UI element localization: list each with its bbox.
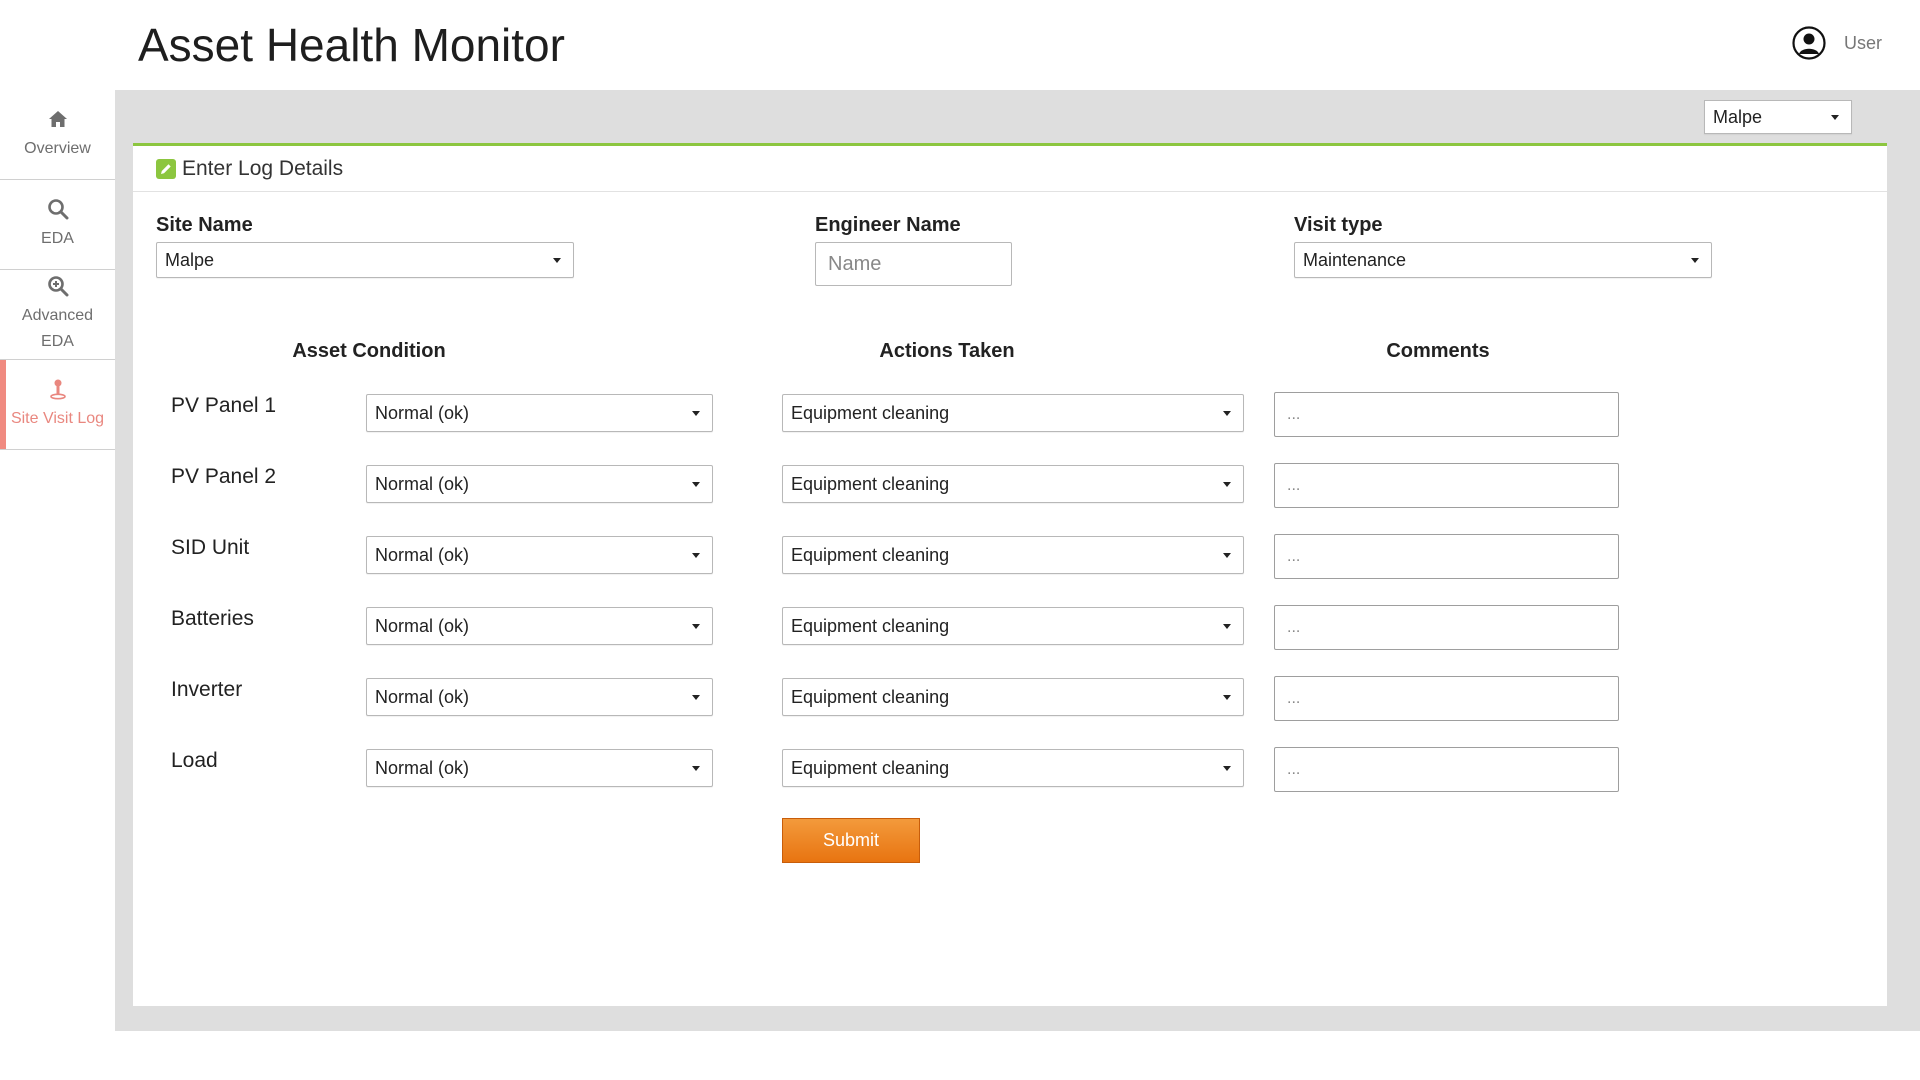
site-selector[interactable]: Malpe: [1704, 100, 1852, 134]
user-menu[interactable]: User: [1792, 26, 1882, 60]
comment-input[interactable]: [1274, 747, 1619, 792]
pin-icon: [49, 379, 66, 399]
action-taken-value: Equipment cleaning: [791, 616, 950, 636]
home-icon: [48, 110, 67, 127]
panel-title: Enter Log Details: [182, 156, 344, 180]
site-name-label: Site Name: [156, 214, 253, 236]
comment-input[interactable]: [1274, 392, 1619, 437]
sidebar: Overview EDA Advanced EDA Site Visit Log: [0, 90, 115, 1080]
sidebar-item-label: EDA: [41, 229, 74, 247]
asset-condition-value: Normal (ok): [375, 403, 470, 423]
sidebar-item-eda[interactable]: EDA: [0, 180, 115, 270]
asset-condition-header: Asset Condition: [292, 340, 446, 362]
asset-condition-value: Normal (ok): [375, 616, 470, 636]
chevron-down-icon: [1223, 482, 1231, 487]
asset-condition-select[interactable]: Normal (ok): [366, 536, 713, 574]
chevron-down-icon: [1691, 258, 1699, 263]
chevron-down-icon: [1223, 695, 1231, 700]
action-taken-select[interactable]: Equipment cleaning: [782, 394, 1244, 432]
user-circle-icon[interactable]: [1792, 26, 1826, 60]
action-taken-select[interactable]: Equipment cleaning: [782, 749, 1244, 787]
action-taken-select[interactable]: Equipment cleaning: [782, 607, 1244, 645]
user-label[interactable]: User: [1844, 33, 1882, 54]
chevron-down-icon: [692, 766, 700, 771]
action-taken-select[interactable]: Equipment cleaning: [782, 678, 1244, 716]
action-taken-select[interactable]: Equipment cleaning: [782, 536, 1244, 574]
visit-type-label: Visit type: [1294, 214, 1383, 236]
chevron-down-icon: [1223, 411, 1231, 416]
zoom-in-icon: [47, 275, 68, 296]
sidebar-item-label: Site Visit Log: [10, 409, 105, 427]
asset-condition-value: Normal (ok): [375, 474, 470, 494]
chevron-down-icon: [1223, 766, 1231, 771]
chevron-down-icon: [553, 258, 561, 263]
app-title: Asset Health Monitor: [138, 19, 565, 71]
action-taken-value: Equipment cleaning: [791, 545, 950, 565]
log-details-panel: Enter Log Details Site Name Malpe Engine…: [133, 143, 1887, 1006]
comment-input[interactable]: [1274, 463, 1619, 508]
sidebar-item-label: Advanced EDA: [21, 306, 94, 350]
comment-input[interactable]: [1274, 676, 1619, 721]
asset-label: Batteries: [171, 607, 254, 630]
site-name-value: Malpe: [165, 250, 215, 270]
site-name-select[interactable]: Malpe: [156, 242, 574, 278]
asset-label: Load: [171, 749, 218, 772]
actions-taken-header: Actions Taken: [879, 340, 1015, 362]
action-taken-value: Equipment cleaning: [791, 758, 950, 778]
engineer-name-input[interactable]: [815, 242, 1012, 286]
chevron-down-icon: [1223, 553, 1231, 558]
asset-condition-select[interactable]: Normal (ok): [366, 394, 713, 432]
asset-label: Inverter: [171, 678, 243, 701]
sidebar-item-advanced-eda[interactable]: Advanced EDA: [0, 270, 115, 360]
asset-condition-select[interactable]: Normal (ok): [366, 607, 713, 645]
sidebar-item-overview[interactable]: Overview: [0, 90, 115, 180]
asset-label: SID Unit: [171, 536, 250, 559]
edit-icon: [156, 158, 176, 179]
asset-label: PV Panel 1: [171, 394, 277, 417]
chevron-down-icon: [692, 553, 700, 558]
chevron-down-icon: [692, 482, 700, 487]
visit-type-select[interactable]: Maintenance: [1294, 242, 1712, 278]
app-header: Asset Health Monitor User: [0, 0, 1920, 90]
submit-button[interactable]: Submit: [782, 818, 920, 863]
action-taken-value: Equipment cleaning: [791, 403, 950, 423]
asset-condition-select[interactable]: Normal (ok): [366, 749, 713, 787]
action-taken-value: Equipment cleaning: [791, 474, 950, 494]
comment-input[interactable]: [1274, 534, 1619, 579]
comments-header: Comments: [1386, 340, 1490, 362]
asset-condition-value: Normal (ok): [375, 687, 470, 707]
panel-header: Enter Log Details: [133, 146, 1887, 192]
chevron-down-icon: [692, 411, 700, 416]
chevron-down-icon: [1831, 115, 1839, 120]
asset-condition-value: Normal (ok): [375, 758, 470, 778]
comment-input[interactable]: [1274, 605, 1619, 650]
action-taken-value: Equipment cleaning: [791, 687, 950, 707]
asset-condition-select[interactable]: Normal (ok): [366, 678, 713, 716]
search-icon: [47, 198, 68, 219]
visit-type-value: Maintenance: [1303, 250, 1407, 270]
asset-condition-value: Normal (ok): [375, 545, 470, 565]
engineer-name-label: Engineer Name: [815, 214, 961, 236]
chevron-down-icon: [1223, 624, 1231, 629]
sidebar-item-label: Overview: [24, 139, 91, 157]
chevron-down-icon: [692, 695, 700, 700]
asset-condition-select[interactable]: Normal (ok): [366, 465, 713, 503]
action-taken-select[interactable]: Equipment cleaning: [782, 465, 1244, 503]
asset-label: PV Panel 2: [171, 465, 277, 488]
sidebar-item-site-visit-log[interactable]: Site Visit Log: [0, 360, 115, 450]
chevron-down-icon: [692, 624, 700, 629]
